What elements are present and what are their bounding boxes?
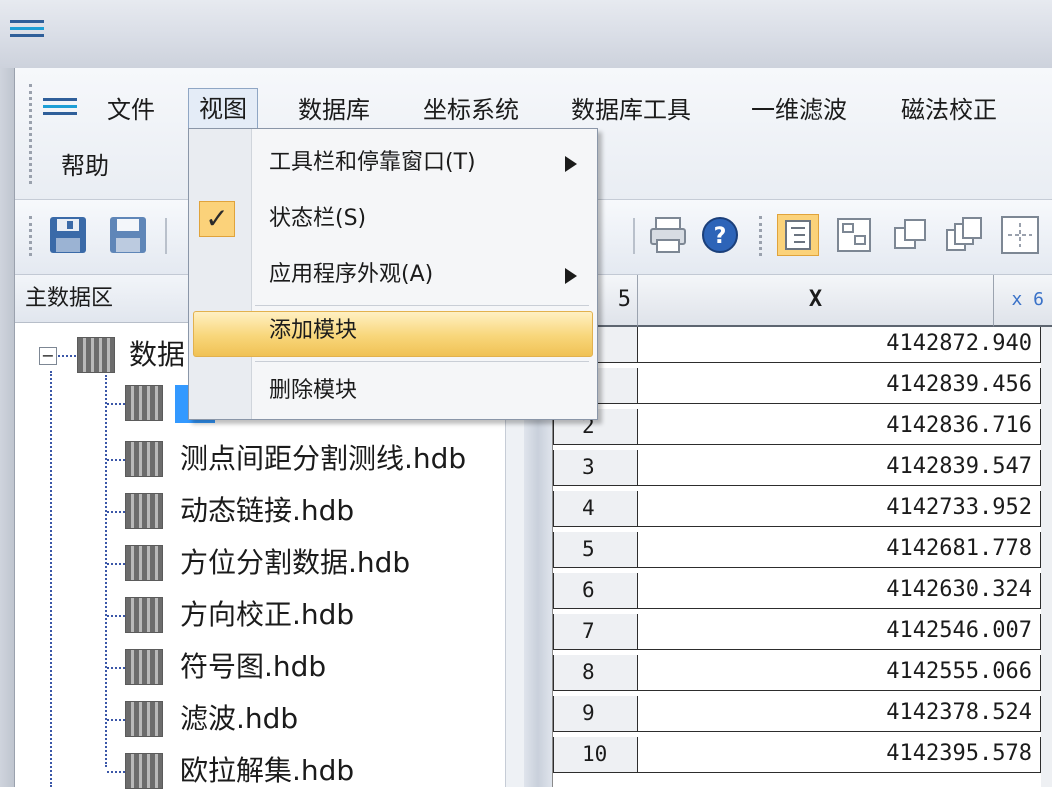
submenu-arrow-icon [565,268,577,284]
database-icon [77,337,115,373]
save-icon[interactable] [47,214,89,256]
database-file-icon [125,441,163,477]
toolbar-separator [633,218,635,254]
grid-cell-x[interactable]: 4142836.716 [638,409,1041,445]
tree-item-label: 欧拉解集.hdb [180,754,355,787]
submenu-arrow-icon [565,156,577,172]
grid-cell-x[interactable]: 4142555.066 [638,655,1041,691]
grid-scrollbar[interactable] [1041,327,1052,787]
menu-item-app-appearance[interactable]: 应用程序外观(A) [189,249,597,301]
row-header[interactable]: 7 [553,614,638,650]
tree-connector [107,563,125,565]
grid-cell-x[interactable]: 4142872.940 [638,327,1041,363]
split-view-icon[interactable] [833,214,875,256]
title-bar [0,0,1052,69]
grid-cell-x[interactable]: 4142378.524 [638,696,1041,732]
row-header[interactable]: 6 [553,573,638,609]
menu-item-status-bar[interactable]: ✓ 状态栏(S) [189,193,597,245]
svg-text:?: ? [714,224,727,249]
row-header[interactable]: 8 [553,655,638,691]
tree-connector [107,403,125,405]
tree-view-icon[interactable] [777,214,819,256]
tree-item[interactable]: 动态链接.hdb [15,487,523,537]
menu-item-add-module[interactable]: 添加模块 [189,309,597,361]
row-header[interactable]: 3 [553,450,638,486]
check-mark-icon: ✓ [199,201,235,237]
menu-database[interactable]: 数据库 [288,90,380,130]
menu-coordinate-system[interactable]: 坐标系统 [413,90,529,130]
grid-cell-x[interactable]: 4142733.952 [638,491,1041,527]
data-grid: 5 X x 6 4142872.940 4142839.456 2 414283… [552,275,1052,787]
toolbar-separator [165,218,167,254]
grid-cell-x[interactable]: 4142681.778 [638,532,1041,568]
menu-help[interactable]: 帮助 [51,146,119,186]
database-file-icon [125,493,163,529]
menu-item-delete-module[interactable]: 删除模块 [189,365,597,417]
row-header[interactable]: 9 [553,696,638,732]
grid-cell-x[interactable]: 4142395.578 [638,737,1041,773]
menu-file[interactable]: 文件 [97,90,165,130]
menu-item-label: 工具栏和停靠窗口(T) [269,150,476,175]
tree-item-label: 滤波.hdb [180,702,299,735]
row-header[interactable]: 4 [553,491,638,527]
menu-item-toolbars-docking[interactable]: 工具栏和停靠窗口(T) [189,137,597,189]
menu-item-label: 添加模块 [269,318,358,343]
grid-cell-x[interactable]: 4142546.007 [638,614,1041,650]
database-file-icon [125,649,163,685]
help-icon[interactable]: ? [699,214,741,256]
tree-item[interactable]: 滤波.hdb [15,695,523,745]
crosshair-icon[interactable] [999,214,1041,256]
tree-root-label: 数据 [129,338,186,371]
menu-item-label: 应用程序外观(A) [269,262,434,287]
menu-view[interactable]: 视图 [188,88,258,131]
tree-item[interactable]: 方位分割数据.hdb [15,539,523,589]
menu-item-label: 状态栏(S) [269,206,367,231]
menu-grip[interactable] [29,84,35,184]
tree-connector [107,459,125,461]
menu-hover-highlight [193,311,593,357]
toolbar-grip[interactable] [29,216,35,256]
menu-separator [255,361,589,362]
tree-connector [107,719,125,721]
row-header[interactable]: 10 [553,737,638,773]
tree-connector [107,667,125,669]
column-header-x[interactable]: X [638,275,994,327]
database-file-icon [125,385,163,421]
app-logo-icon [10,20,44,38]
menu-1d-filter[interactable]: 一维滤波 [741,90,857,130]
tree-connector [107,615,125,617]
tree-item-label: 符号图.hdb [180,650,327,683]
database-file-icon [125,597,163,633]
grid-cell-x[interactable]: 4142839.456 [638,368,1041,404]
column-header-next[interactable]: x 6 [994,275,1052,327]
database-file-icon [125,753,163,789]
save-as-icon[interactable] [107,214,149,256]
view-menu-dropdown: 工具栏和停靠窗口(T) ✓ 状态栏(S) 应用程序外观(A) 添加模块 删除模块 [188,128,598,420]
tree-item[interactable]: 欧拉解集.hdb [15,747,523,797]
tile-window-icon[interactable] [943,214,985,256]
tree-item[interactable]: 方向校正.hdb [15,591,523,641]
app-menu-icon[interactable] [43,98,77,116]
tree-connector [107,511,125,513]
tree-item-label: 方向校正.hdb [180,598,355,631]
grid-cell-x[interactable]: 4142630.324 [638,573,1041,609]
tree-item-label: 动态链接.hdb [180,494,355,527]
menu-item-label: 删除模块 [269,378,358,403]
grid-cell-x[interactable]: 4142839.547 [638,450,1041,486]
menu-database-tools[interactable]: 数据库工具 [561,90,701,130]
collapse-toggle-icon[interactable]: − [39,347,57,365]
toolbar-grip[interactable] [759,216,765,256]
database-file-icon [125,545,163,581]
menu-magnetic-correction[interactable]: 磁法校正 [891,90,1007,130]
row-header[interactable]: 5 [553,532,638,568]
tree-item[interactable]: 符号图.hdb [15,643,523,693]
tree-item[interactable]: 测点间距分割测线.hdb [15,435,523,485]
print-icon[interactable] [647,214,689,256]
tree-item-label: 方位分割数据.hdb [180,546,411,579]
tree-item-label: 测点间距分割测线.hdb [180,442,467,475]
window-frame-left [0,68,15,787]
tree-connector [107,771,125,773]
cascade-window-icon[interactable] [889,214,931,256]
database-file-icon [125,701,163,737]
